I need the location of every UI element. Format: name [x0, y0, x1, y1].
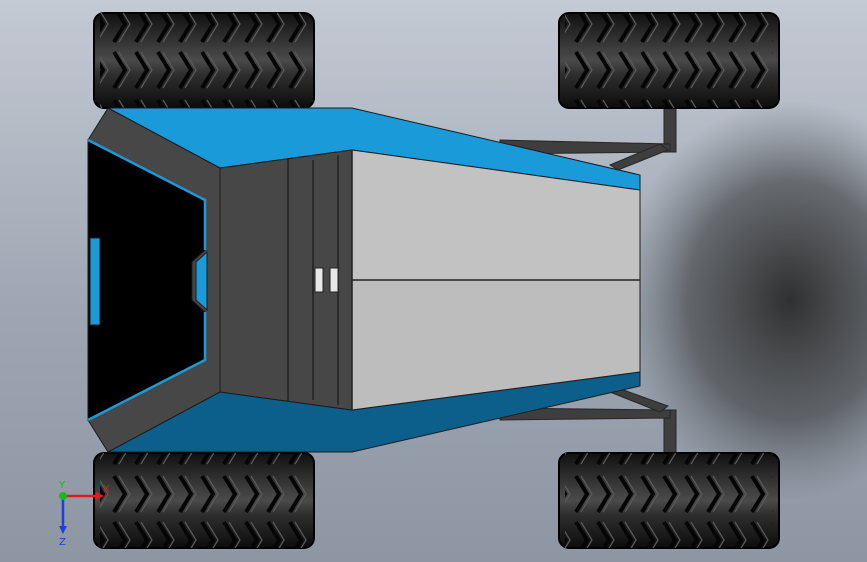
cockpit-side-panel [89, 237, 101, 326]
axis-label-z: Z [59, 537, 66, 548]
chassis-body[interactable] [87, 107, 641, 453]
rover-model-view[interactable]: X Y Z [0, 0, 867, 562]
latch-right[interactable] [329, 267, 339, 293]
wheel-rear-right[interactable] [558, 452, 780, 549]
wheel-front-right[interactable] [93, 452, 315, 549]
axis-label-y: Y [58, 480, 66, 491]
ground-shadow [620, 100, 867, 500]
axis-label-x: X [103, 484, 110, 495]
cad-viewport[interactable]: X Y Z [0, 0, 867, 562]
wheel-rear-left[interactable] [558, 12, 780, 109]
latch-left[interactable] [314, 267, 324, 293]
wheel-front-left[interactable] [93, 12, 315, 109]
